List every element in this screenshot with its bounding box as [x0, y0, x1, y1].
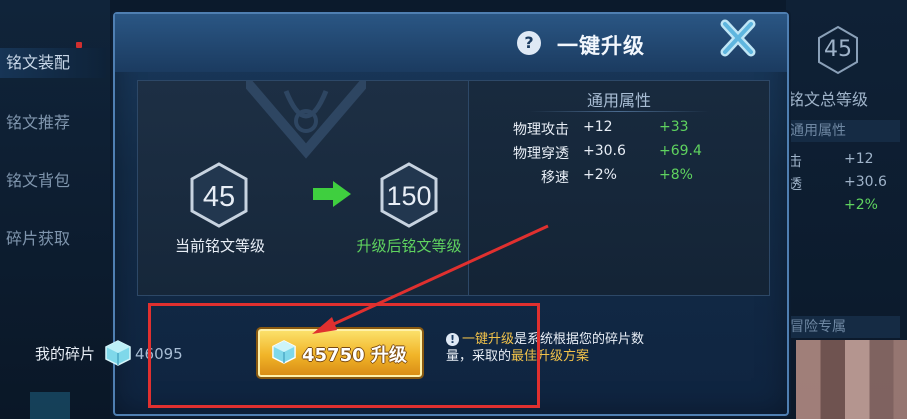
attribute-value: +30.6: [583, 143, 626, 159]
current-level-label: 当前铭文等级: [174, 237, 265, 255]
menu-item-shard-acquire[interactable]: 碎片获取: [0, 224, 106, 254]
attribute-bonus: +69.4: [659, 143, 702, 159]
attribute-divider: [529, 111, 709, 112]
menu-item-inscription-recommend[interactable]: 铭文推荐: [0, 108, 106, 138]
attribute-name: 物理攻击: [513, 122, 569, 138]
attribute-row: 移速 +2% +8%: [469, 167, 769, 189]
attribute-name: 移速: [541, 170, 569, 186]
attribute-bonus: +33: [659, 119, 689, 135]
notification-dot: [76, 42, 82, 48]
attribute-value: +12: [583, 119, 613, 135]
my-shards-label: 我的碎片: [35, 345, 96, 363]
pixelated-avatar: [796, 340, 907, 419]
attribute-value: +2%: [583, 167, 617, 183]
right-stat-value: +12: [844, 151, 874, 167]
total-level-value: 45: [824, 37, 852, 62]
level-panel: 45 当前铭文等级 150 升级后铭文等级: [137, 80, 469, 296]
annotation-highlight-box: [148, 303, 540, 408]
after-level-value: 150: [386, 181, 432, 211]
help-icon[interactable]: ?: [517, 31, 541, 55]
adventure-heading: 冒险专属: [786, 316, 900, 338]
right-stat-name: 击: [788, 154, 802, 170]
attribute-name: 物理穿透: [513, 146, 569, 162]
dialog-title: 一键升级: [557, 34, 645, 58]
menu-item-inscription-equip[interactable]: 铭文装配: [0, 48, 106, 78]
attribute-row: 物理攻击 +12 +33: [469, 119, 769, 141]
right-stat-value: +30.6: [844, 174, 887, 190]
attribute-panel: 通用属性 物理攻击 +12 +33 物理穿透 +30.6 +69.4 移速 +2…: [468, 80, 770, 296]
attribute-row: 物理穿透 +30.6 +69.4: [469, 143, 769, 165]
shard-cube-icon: [105, 340, 131, 366]
close-icon[interactable]: [711, 18, 765, 58]
cube-icon: [30, 392, 70, 419]
right-attr-heading: 通用属性: [786, 120, 900, 142]
total-level-title: 铭文总等级: [788, 90, 869, 109]
menu-item-inscription-bag[interactable]: 铭文背包: [0, 166, 106, 196]
current-level-value: 45: [202, 181, 236, 213]
attribute-title: 通用属性: [586, 91, 651, 110]
arrow-right-icon: [313, 181, 351, 207]
after-level-label: 升级后铭文等级: [356, 237, 462, 255]
attribute-bonus: +8%: [659, 167, 693, 183]
emblem-decoration: [246, 81, 366, 159]
right-stat-name: 透: [788, 177, 802, 193]
right-stat-value: +2%: [844, 197, 878, 213]
